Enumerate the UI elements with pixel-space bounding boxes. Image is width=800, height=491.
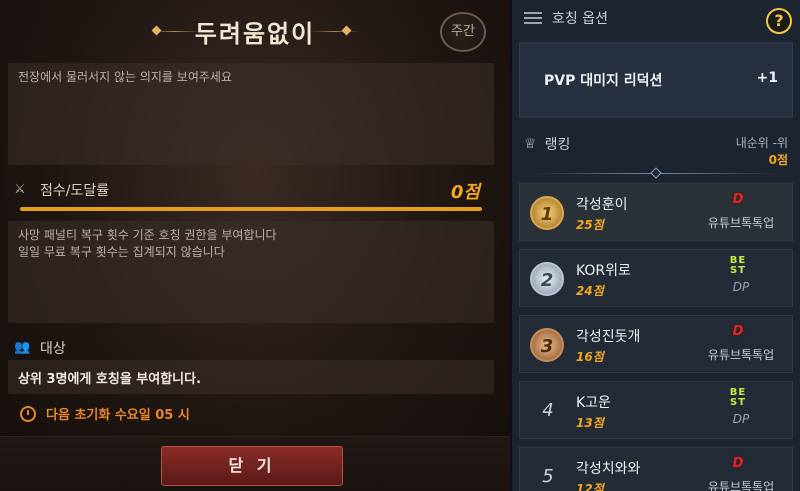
rank-number: 4: [542, 400, 554, 421]
ranking-row[interactable]: 3 각성진돗개 16점 D 유튜브톡톡업: [519, 315, 793, 373]
player-name: 각성진돗개: [576, 329, 641, 345]
condition-box: 사망 패널티 복구 횟수 기준 호칭 권한을 부여합니다 일일 무료 복구 횟수…: [8, 221, 494, 323]
list-icon: [524, 11, 542, 25]
reset-text: 다음 초기화 수요일 05 시: [46, 408, 190, 423]
target-label: 대상: [40, 341, 66, 357]
close-button[interactable]: 닫 기: [161, 446, 343, 486]
guild-logo-icon: D: [732, 456, 744, 471]
help-button[interactable]: ?: [766, 8, 792, 34]
gold-medal-icon: 1: [530, 196, 564, 230]
users-icon: 👥: [14, 340, 31, 355]
condition-line-1: 사망 패널티 복구 횟수 기준 호칭 권한을 부여합니다: [18, 228, 277, 242]
player-name: 각성치와와: [576, 461, 641, 477]
guild-name: DP: [732, 280, 750, 294]
bronze-medal-icon: 3: [530, 328, 564, 362]
ranking-row[interactable]: 2 KOR위로 24점 BE ST DP: [519, 249, 793, 307]
target-box: 상위 3명에게 호칭을 부여합니다.: [8, 360, 494, 394]
condition-line-2: 일일 무료 복구 횟수는 집계되지 않습니다: [18, 245, 225, 259]
guild-name: 유튜브톡톡업: [707, 348, 775, 362]
guild-logo-icon: D: [732, 324, 744, 339]
guild-logo-icon: BE ST: [729, 255, 747, 276]
guild-name: DP: [732, 412, 750, 426]
player-score: 25점: [576, 218, 604, 232]
ranking-row[interactable]: 4 K고운 13점 BE ST DP: [519, 381, 793, 439]
option-header-label: 호칭 옵션: [552, 11, 608, 27]
ranking-row[interactable]: 5 각성치와와 12점 D 유튜브톡톡업: [519, 447, 793, 491]
ranking-header: ♕ 랭킹: [524, 134, 570, 154]
rank-number: 5: [542, 466, 554, 487]
score-section-header: ⚔ 점수/도달률: [14, 180, 109, 200]
option-header: 호칭 옵션: [524, 8, 608, 28]
crossed-swords-icon: ⚔: [14, 182, 26, 197]
description-text: 전장에서 물러서지 않는 의지를 보여주세요: [18, 70, 232, 84]
ranking-panel: 호칭 옵션 ? PVP 대미지 리덕션 +1 ♕ 랭킹 내순위 -위 0점 1 …: [512, 0, 800, 491]
option-name: PVP 대미지 리덕션: [544, 73, 663, 89]
ranking-row[interactable]: 1 각성훈이 25점 D 유튜브톡톡업: [519, 183, 793, 241]
description-box: 전장에서 물러서지 않는 의지를 보여주세요: [8, 63, 494, 165]
my-rank-score: 0점: [768, 153, 788, 167]
divider-ornament: [650, 167, 662, 179]
ranking-header-label: 랭킹: [544, 137, 571, 153]
guild-name: 유튜브톡톡업: [707, 216, 775, 230]
timer-icon: [20, 405, 36, 422]
silver-medal-icon: 2: [530, 262, 564, 296]
title-bar: 두려움없이 주간: [0, 0, 510, 62]
player-score: 13점: [576, 416, 604, 430]
reset-info: 다음 초기화 수요일 05 시: [20, 404, 190, 423]
target-text: 상위 3명에게 호칭을 부여합니다.: [18, 372, 202, 387]
condition-text: 사망 패널티 복구 횟수 기준 호칭 권한을 부여합니다 일일 무료 복구 횟수…: [8, 221, 494, 267]
player-name: K고운: [576, 395, 611, 411]
my-rank-label: 내순위 -위: [735, 136, 788, 150]
player-score: 16점: [576, 350, 604, 364]
page-title: 두려움없이: [194, 20, 316, 48]
title-detail-panel: 두려움없이 주간 전장에서 물러서지 않는 의지를 보여주세요 ⚔ 점수/도달률…: [0, 0, 510, 491]
guild-name: 유튜브톡톡업: [707, 480, 775, 491]
title-option-box: PVP 대미지 리덕션 +1: [519, 42, 793, 118]
player-name: 각성훈이: [576, 197, 628, 213]
player-score: 24점: [576, 284, 604, 298]
guild-logo-icon: BE ST: [729, 387, 747, 408]
player-score: 12점: [576, 482, 604, 491]
score-value: 0점: [450, 182, 480, 203]
player-name: KOR위로: [576, 263, 631, 279]
score-progress-bar: [20, 207, 482, 211]
guild-logo-icon: D: [732, 192, 744, 207]
crown-icon: ♕: [524, 136, 537, 152]
weekly-badge: 주간: [440, 12, 486, 52]
score-label: 점수/도달률: [40, 183, 110, 199]
option-value: +1: [756, 70, 778, 86]
target-section-header: 👥 대상: [14, 338, 66, 358]
